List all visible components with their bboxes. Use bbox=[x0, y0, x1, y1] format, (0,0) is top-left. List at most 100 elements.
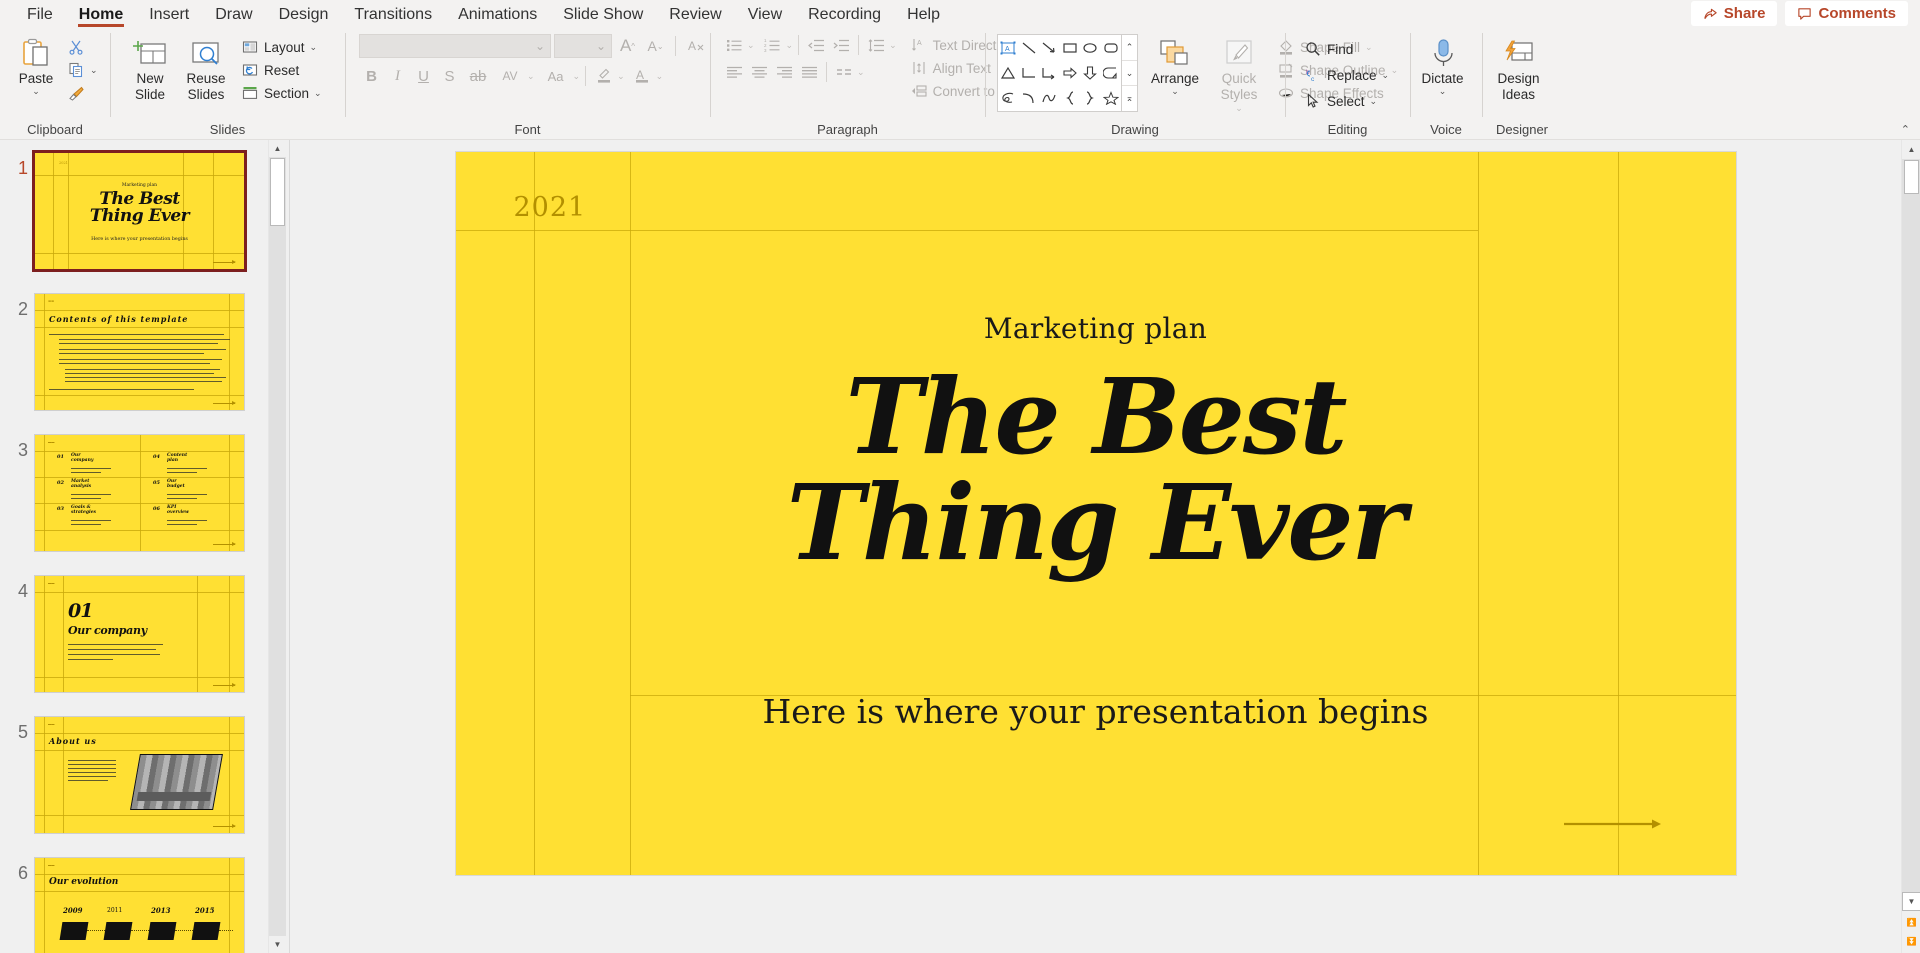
chevron-down-icon[interactable]: ⌄ bbox=[1439, 87, 1447, 95]
underline-button[interactable]: U bbox=[411, 64, 436, 88]
shape-scribble-icon[interactable] bbox=[999, 86, 1018, 110]
chevron-down-icon[interactable]: ⌄ bbox=[527, 72, 535, 80]
chevron-down-icon[interactable]: ⌄ bbox=[1171, 87, 1179, 95]
chevron-down-icon[interactable]: ⌄ bbox=[310, 43, 318, 51]
thumbnail-item[interactable]: 3 ▬▬ 01 Ourcompany bbox=[0, 434, 268, 552]
thumbnail-item[interactable]: 6 ▬▬ Our evolution 2009 2011 2013 2015 bbox=[0, 857, 268, 953]
menu-item-slide-show[interactable]: Slide Show bbox=[550, 0, 656, 27]
shape-right-brace-icon[interactable] bbox=[1081, 86, 1100, 110]
decrease-font-size-button[interactable]: A⌄ bbox=[643, 34, 668, 58]
format-painter-button[interactable] bbox=[62, 82, 103, 104]
select-button[interactable]: Select ⌄ bbox=[1299, 90, 1394, 112]
chevron-down-icon[interactable]: ⌄ bbox=[1370, 97, 1378, 105]
strikethrough-button[interactable]: ab bbox=[463, 64, 493, 88]
shape-arrow-icon[interactable] bbox=[1040, 36, 1059, 60]
chevron-down-icon[interactable]: ⌄ bbox=[314, 89, 322, 97]
shape-elbow-arrow-icon[interactable] bbox=[1040, 61, 1059, 85]
slide-title[interactable]: The Best Thing Ever bbox=[456, 364, 1736, 576]
thumbnail-slide-1[interactable]: 2021 Marketing plan The Best Thing Ever … bbox=[34, 152, 245, 270]
text-shadow-button[interactable]: S bbox=[437, 64, 462, 88]
columns-button[interactable] bbox=[832, 61, 856, 83]
line-spacing-button[interactable] bbox=[864, 34, 888, 56]
chevron-down-icon[interactable]: ⌄ bbox=[857, 68, 865, 76]
layout-button[interactable]: Layout ⌄ bbox=[236, 36, 327, 58]
new-slide-button[interactable]: New Slide bbox=[124, 34, 176, 104]
collapse-ribbon-button[interactable]: ⌃ bbox=[1901, 123, 1910, 136]
replace-button[interactable]: bc Replace ⌄ bbox=[1299, 64, 1394, 86]
thumbnail-slide-4[interactable]: ▬▬ 01 Our company bbox=[34, 575, 245, 693]
chevron-down-icon[interactable]: ⌄ bbox=[1235, 104, 1243, 112]
shape-left-brace-icon[interactable] bbox=[1060, 86, 1079, 110]
chevron-down-icon[interactable]: ⌄ bbox=[889, 41, 897, 49]
chevron-down-icon[interactable]: ⌄ bbox=[617, 72, 625, 80]
menu-item-design[interactable]: Design bbox=[266, 0, 342, 27]
increase-indent-button[interactable] bbox=[829, 34, 853, 56]
quick-styles-button[interactable]: Quick Styles ⌄ bbox=[1212, 34, 1266, 112]
menu-item-file[interactable]: File bbox=[14, 0, 66, 27]
paste-button[interactable]: Paste ⌄ bbox=[10, 34, 62, 95]
thumb-scroll-down-button[interactable]: ▼ bbox=[269, 936, 286, 953]
thumbnail-slide-6[interactable]: ▬▬ Our evolution 2009 2011 2013 2015 bbox=[34, 857, 245, 953]
copy-button[interactable]: ⌄ bbox=[62, 59, 103, 81]
current-slide[interactable]: 2021 Marketing plan The Best Thing Ever … bbox=[456, 152, 1736, 875]
menu-item-help[interactable]: Help bbox=[894, 0, 953, 27]
shape-right-arrow-icon[interactable] bbox=[1060, 61, 1079, 85]
increase-font-size-button[interactable]: A^ bbox=[615, 34, 640, 58]
font-size-combo[interactable]: ⌄ bbox=[554, 34, 612, 58]
shape-down-arrow-icon[interactable] bbox=[1081, 61, 1100, 85]
shape-rounded-rectangle-icon[interactable] bbox=[1101, 36, 1120, 60]
shape-folded-corner-icon[interactable] bbox=[1101, 61, 1120, 85]
menu-item-home[interactable]: Home bbox=[66, 0, 136, 27]
align-center-button[interactable] bbox=[747, 61, 771, 83]
dictate-button[interactable]: Dictate ⌄ bbox=[1416, 34, 1468, 95]
chevron-down-icon[interactable]: ⌄ bbox=[32, 87, 40, 95]
font-color-button[interactable]: A bbox=[630, 64, 655, 88]
chevron-down-icon[interactable]: ⌄ bbox=[747, 41, 755, 49]
character-spacing-button[interactable]: AV bbox=[494, 64, 526, 88]
thumbnail-item[interactable]: 4 ▬▬ 01 Our company bbox=[0, 575, 268, 693]
thumbnail-slide-5[interactable]: ▬▬ About us bbox=[34, 716, 245, 834]
thumbnail-slide-2[interactable]: ▬▬ Contents of this template bbox=[34, 293, 245, 411]
chevron-down-icon[interactable]: ⌄ bbox=[573, 72, 581, 80]
clear-formatting-button[interactable]: A bbox=[683, 34, 708, 58]
shape-freeform-icon[interactable] bbox=[1040, 86, 1059, 110]
shape-textbox-icon[interactable]: A bbox=[999, 36, 1018, 60]
text-highlight-color-button[interactable] bbox=[591, 64, 616, 88]
menu-item-draw[interactable]: Draw bbox=[202, 0, 265, 27]
shape-line-icon[interactable] bbox=[1019, 36, 1038, 60]
previous-slide-button[interactable]: ⏫ bbox=[1902, 913, 1920, 932]
align-left-button[interactable] bbox=[722, 61, 746, 83]
decrease-indent-button[interactable] bbox=[804, 34, 828, 56]
thumb-scrollbar-thumb[interactable] bbox=[270, 158, 285, 226]
thumbnail-item[interactable]: 5 ▬▬ About us bbox=[0, 716, 268, 834]
thumbnail-slide-3[interactable]: ▬▬ 01 Ourcompany 04 Contentplan 02 Marke… bbox=[34, 434, 245, 552]
reuse-slides-button[interactable]: Reuse Slides bbox=[180, 34, 232, 104]
shape-oval-icon[interactable] bbox=[1081, 36, 1100, 60]
shape-star-icon[interactable] bbox=[1101, 86, 1120, 110]
slide-kicker[interactable]: Marketing plan bbox=[456, 312, 1736, 345]
thumbnail-item[interactable]: 1 2021 Marketing plan The Best Thing Eve… bbox=[0, 152, 268, 270]
menu-item-recording[interactable]: Recording bbox=[795, 0, 894, 27]
menu-item-animations[interactable]: Animations bbox=[445, 0, 550, 27]
slide-thumbnail-list[interactable]: 1 2021 Marketing plan The Best Thing Eve… bbox=[0, 140, 268, 953]
comments-button[interactable]: Comments bbox=[1785, 1, 1908, 26]
slide-scroll-down-button[interactable]: ▼ bbox=[1902, 892, 1920, 911]
numbering-button[interactable]: 123 bbox=[761, 34, 785, 56]
chevron-down-icon[interactable]: ⌄ bbox=[1382, 71, 1390, 79]
find-button[interactable]: Find bbox=[1299, 38, 1394, 60]
bold-button[interactable]: B bbox=[359, 64, 384, 88]
menu-item-insert[interactable]: Insert bbox=[136, 0, 202, 27]
share-button[interactable]: Share bbox=[1691, 1, 1778, 26]
shape-elbow-connector-icon[interactable] bbox=[1019, 61, 1038, 85]
shapes-gallery-more[interactable]: ⌅ bbox=[1122, 85, 1137, 111]
thumbnail-item[interactable]: 2 ▬▬ Contents of this template bbox=[0, 293, 268, 411]
change-case-button[interactable]: Aa bbox=[540, 64, 572, 88]
reset-button[interactable]: Reset bbox=[236, 59, 327, 81]
menu-item-transitions[interactable]: Transitions bbox=[341, 0, 445, 27]
shapes-gallery-scroll-up[interactable]: ⌃ bbox=[1122, 35, 1137, 60]
shape-triangle-icon[interactable] bbox=[999, 61, 1018, 85]
slide-area-scrollbar[interactable]: ▲ ▼ ⏫ ⏬ bbox=[1901, 140, 1920, 953]
cut-button[interactable] bbox=[62, 36, 103, 58]
slide-editing-area[interactable]: 2021 Marketing plan The Best Thing Ever … bbox=[290, 140, 1901, 953]
arrange-button[interactable]: Arrange ⌄ bbox=[1144, 34, 1206, 95]
